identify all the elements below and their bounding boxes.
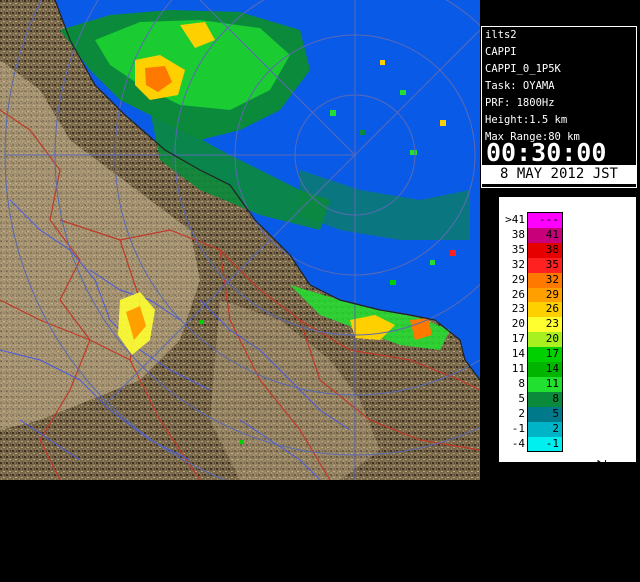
time-display: 00:30:00 xyxy=(486,138,607,167)
side-panel: ilts2 CAPPI CAPPI_0_1P5K Task: OYAMA PRF… xyxy=(480,0,640,565)
legend-lower-bound: 5 xyxy=(518,391,525,405)
legend-color-bar xyxy=(527,212,563,453)
color-legend: Reflectivity in dBZ >41 --- 38 41 35 38 32 35 29… xyxy=(499,197,636,565)
legend-lower-bound: 35 xyxy=(511,242,525,256)
legend-lower-bound: -4 xyxy=(511,436,525,450)
legend-lower-bound: 32 xyxy=(511,257,525,271)
legend-lower-bound: 11 xyxy=(511,362,525,375)
info-prf: PRF: 1800Hz xyxy=(485,97,555,109)
legend-lower-bound: 20 xyxy=(511,317,525,331)
info-product-id: CAPPI_0_1P5K xyxy=(485,63,561,75)
info-product: CAPPI xyxy=(485,46,517,58)
legend-lower-bound: -1 xyxy=(511,421,525,435)
legend-lower-bound: 2 xyxy=(518,406,525,420)
legend-lower-bound: 38 xyxy=(511,227,525,241)
info-height: Height:1.5 km xyxy=(485,114,568,126)
info-radar-name: ilts2 xyxy=(485,29,517,41)
legend-lower-bound: 17 xyxy=(511,332,525,346)
legend-lower-bound: 26 xyxy=(511,287,525,301)
legend-title: Reflectivity in dBZ xyxy=(595,459,609,565)
legend-lower-bound: >41 xyxy=(505,213,525,226)
date-display: 8 MAY 2012 JST xyxy=(482,165,636,184)
info-task: Task: OYAMA xyxy=(485,80,555,92)
legend-lower-bound: 29 xyxy=(511,272,525,286)
legend-lower-bound: 8 xyxy=(518,376,525,390)
info-box: ilts2 CAPPI CAPPI_0_1P5K Task: OYAMA PRF… xyxy=(481,26,637,188)
legend-lower-bound: 23 xyxy=(511,302,525,316)
legend-lower-bound: 14 xyxy=(511,347,525,361)
radar-map[interactable] xyxy=(0,0,480,480)
